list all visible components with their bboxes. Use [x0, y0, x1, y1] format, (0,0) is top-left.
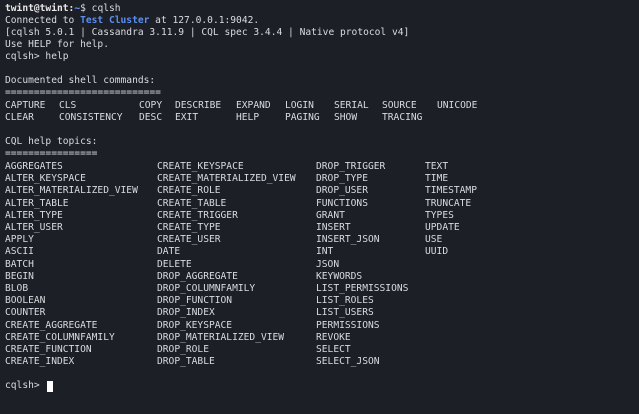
cql-topic-alter-type: ALTER_TYPE: [5, 209, 63, 221]
cql-topic-date: DATE: [157, 246, 181, 258]
cql-topic-delete: DELETE: [157, 258, 192, 270]
connection-suffix: at 127.0.0.1:9042.: [149, 15, 260, 26]
shell-command-copy: COPY: [139, 100, 163, 111]
shell-command-help: HELP: [236, 112, 260, 123]
shell-command-login: LOGIN: [285, 100, 314, 111]
cql-topic-drop-index: DROP_INDEX: [157, 307, 215, 319]
cql-topic-grant: GRANT: [316, 209, 345, 221]
cql-topic-uuid: UUID: [425, 246, 449, 258]
cql-topic-drop-columnfamily: DROP_COLUMNFAMILY: [157, 283, 256, 294]
shell-prompt-line: twint@twint:~$ cqlsh: [5, 3, 121, 15]
documented-commands-underline: ===========================: [5, 87, 161, 98]
shell-command-show: SHOW: [334, 112, 358, 123]
cql-topics-underline: ================: [5, 148, 98, 159]
cql-topic-begin: BEGIN: [5, 270, 34, 282]
help-hint: Use HELP for help.: [5, 39, 109, 50]
shell-command-clear: CLEAR: [5, 112, 34, 123]
cql-topic-aggregates: AGGREGATES: [5, 161, 63, 172]
connection-line: Connected to Test Cluster at 127.0.0.1:9…: [5, 15, 259, 27]
cql-topic-drop-trigger: DROP_TRIGGER: [316, 161, 386, 172]
cql-topic-create-keyspace: CREATE_KEYSPACE: [157, 161, 244, 172]
shell-command-expand: EXPAND: [236, 100, 271, 111]
shell-command-paging: PAGING: [285, 112, 320, 123]
documented-commands-title: Documented shell commands:: [5, 75, 156, 86]
cql-topic-create-user: CREATE_USER: [157, 234, 221, 246]
final-prompt[interactable]: cqlsh>: [5, 380, 45, 392]
cql-topic-create-type: CREATE_TYPE: [157, 222, 221, 233]
cql-topic-json: JSON: [316, 258, 340, 270]
shell-command-exit: EXIT: [175, 112, 199, 123]
cql-topic-update: UPDATE: [425, 222, 460, 233]
connection-prefix: Connected to: [5, 15, 81, 26]
shell-command-serial: SERIAL: [334, 100, 369, 111]
cql-topic-drop-keyspace: DROP_KEYSPACE: [157, 319, 233, 331]
cql-topic-create-table: CREATE_TABLE: [157, 197, 227, 209]
cql-topic-drop-function: DROP_FUNCTION: [157, 295, 233, 307]
cql-topic-drop-user: DROP_USER: [316, 185, 368, 197]
cql-topic-batch: BATCH: [5, 258, 34, 270]
cql-topic-drop-role: DROP_ROLE: [157, 344, 209, 355]
cql-topic-create-index: CREATE_INDEX: [5, 356, 75, 368]
cql-topic-drop-type: DROP_TYPE: [316, 173, 368, 185]
cluster-name: Test Cluster: [80, 15, 150, 26]
cql-topic-list-permissions: LIST_PERMISSIONS: [316, 283, 409, 294]
shell-command-unicode: UNICODE: [437, 100, 478, 111]
cql-topic-int: INT: [316, 246, 334, 258]
prompt-command: cqlsh: [91, 3, 121, 14]
cql-topic-drop-aggregate: DROP_AGGREGATE: [157, 270, 238, 282]
version-line: [cqlsh 5.0.1 | Cassandra 3.11.9 | CQL sp…: [5, 27, 410, 38]
shell-command-source: SOURCE: [382, 100, 417, 111]
shell-command-cls: CLS: [59, 100, 77, 111]
cql-topic-alter-materialized-view: ALTER_MATERIALIZED_VIEW: [5, 185, 138, 197]
cql-topic-boolean: BOOLEAN: [5, 295, 46, 307]
cql-topic-blob: BLOB: [5, 283, 29, 294]
cql-topic-apply: APPLY: [5, 234, 34, 246]
cql-topic-types: TYPES: [425, 209, 454, 221]
cql-topic-use: USE: [425, 234, 443, 246]
cql-topic-create-materialized-view: CREATE_MATERIALIZED_VIEW: [157, 173, 296, 185]
cql-topic-create-function: CREATE_FUNCTION: [5, 344, 92, 355]
prompt-dollar: $: [80, 3, 92, 14]
cql-topic-insert: INSERT: [316, 222, 351, 233]
cql-topic-ascii: ASCII: [5, 246, 34, 258]
cql-topic-alter-keyspace: ALTER_KEYSPACE: [5, 173, 86, 185]
cql-topic-select: SELECT: [316, 344, 351, 355]
cql-topic-drop-materialized-view: DROP_MATERIALIZED_VIEW: [157, 331, 285, 343]
cql-topic-functions: FUNCTIONS: [316, 197, 368, 209]
cql-topic-select-json: SELECT_JSON: [316, 356, 380, 368]
cql-topic-alter-table: ALTER_TABLE: [5, 197, 69, 209]
shell-command-describe: DESCRIBE: [175, 100, 222, 111]
cql-topic-counter: COUNTER: [5, 307, 46, 319]
cql-topic-revoke: REVOKE: [316, 331, 351, 343]
cql-topic-keywords: KEYWORDS: [316, 270, 363, 282]
cql-topic-drop-table: DROP_TABLE: [157, 356, 215, 368]
shell-command-capture: CAPTURE: [5, 100, 46, 111]
shell-command-tracing: TRACING: [382, 112, 423, 123]
prompt-user-host: twint@twint: [5, 3, 69, 14]
terminal-window[interactable]: twint@twint:~$ cqlsh Connected to Test C…: [0, 0, 639, 414]
cql-topics-title: CQL help topics:: [5, 136, 98, 147]
cql-topic-create-role: CREATE_ROLE: [157, 185, 221, 197]
cql-topic-list-roles: LIST_ROLES: [316, 295, 374, 307]
cql-topic-alter-user: ALTER_USER: [5, 222, 63, 233]
text-cursor: [47, 381, 53, 392]
cql-topic-time: TIME: [425, 173, 449, 185]
cql-topic-text: TEXT: [425, 161, 449, 172]
cql-topic-create-columnfamily: CREATE_COLUMNFAMILY: [5, 331, 115, 343]
shell-command-consistency: CONSISTENCY: [59, 112, 123, 123]
cql-topic-permissions: PERMISSIONS: [316, 319, 380, 331]
cql-topic-truncate: TRUNCATE: [425, 197, 472, 209]
cql-topic-create-aggregate: CREATE_AGGREGATE: [5, 319, 98, 331]
shell-command-desc: DESC: [139, 112, 163, 123]
cql-topic-create-trigger: CREATE_TRIGGER: [157, 209, 238, 221]
cql-topic-timestamp: TIMESTAMP: [425, 185, 477, 197]
help-command-line: cqlsh> help: [5, 51, 69, 62]
cql-topic-list-users: LIST_USERS: [316, 307, 374, 319]
cql-topic-insert-json: INSERT_JSON: [316, 234, 380, 246]
